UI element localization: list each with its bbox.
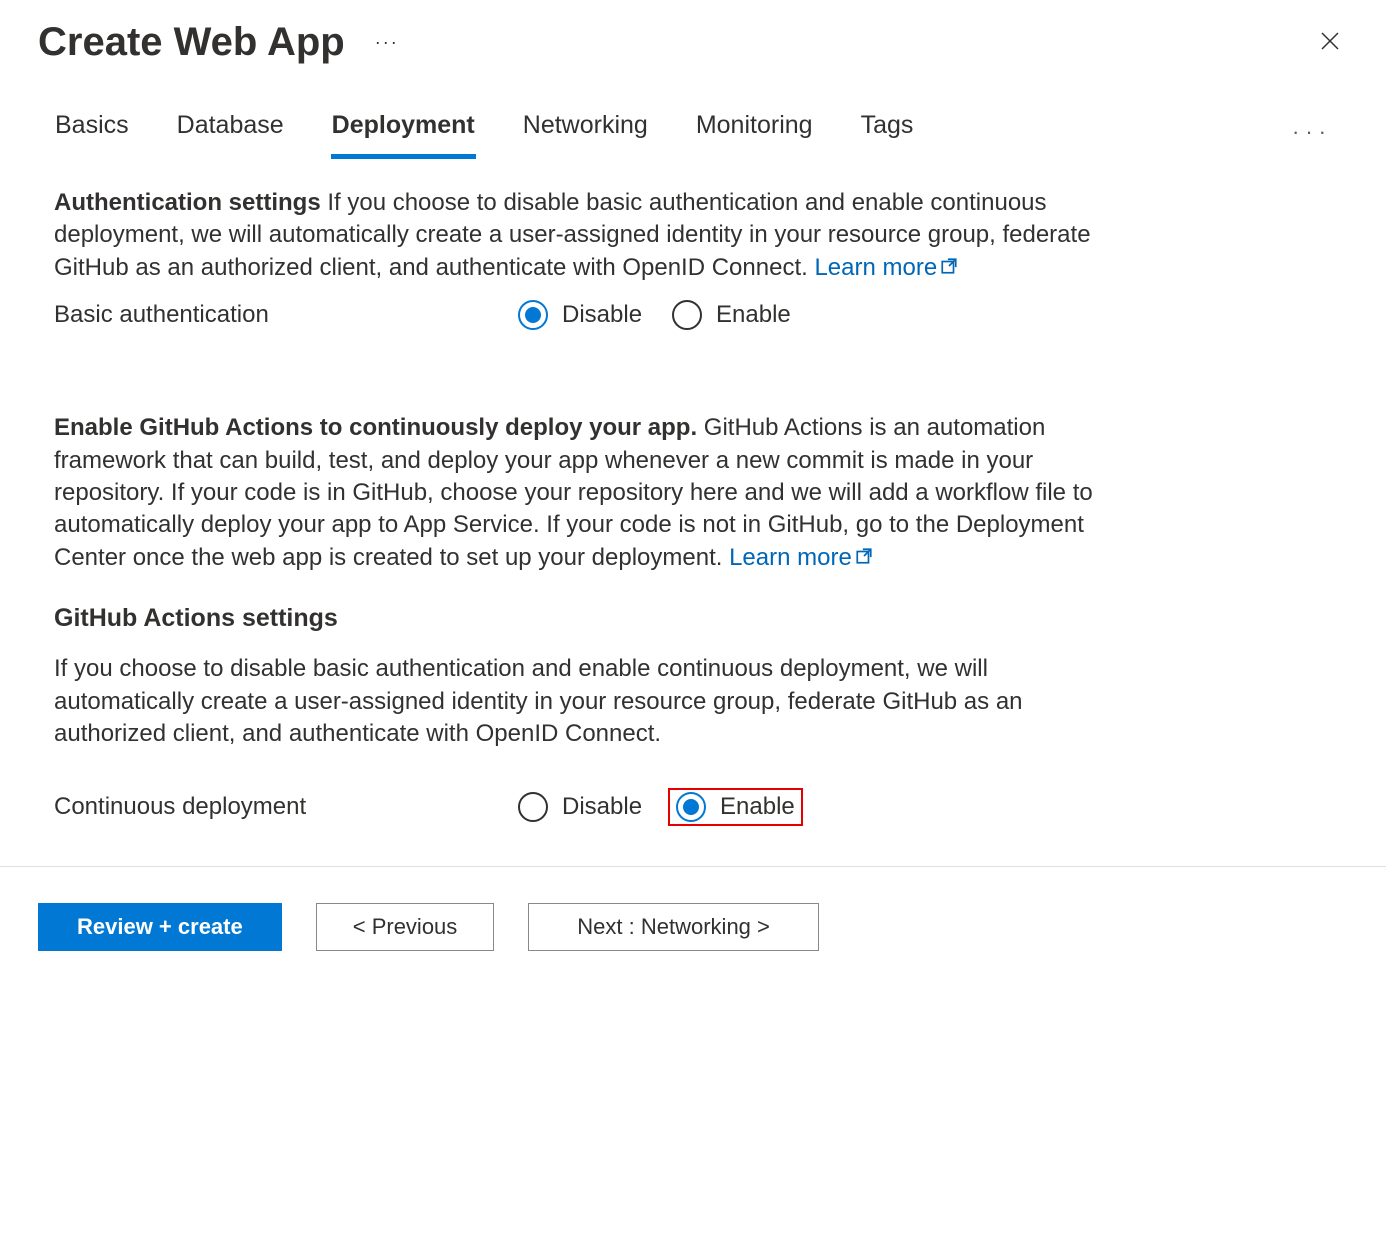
external-link-icon bbox=[940, 252, 958, 284]
basic-auth-row: Basic authentication Disable Enable bbox=[54, 298, 1096, 332]
auth-heading: Authentication settings bbox=[54, 189, 321, 216]
content: Authentication settings If you choose to… bbox=[0, 159, 1150, 866]
header-more-icon[interactable]: ··· bbox=[375, 32, 399, 53]
header-left: Create Web App ··· bbox=[38, 20, 399, 65]
tab-deployment[interactable]: Deployment bbox=[331, 105, 476, 159]
basic-auth-label: Basic authentication bbox=[54, 301, 514, 329]
continuous-deployment-label: Continuous deployment bbox=[54, 793, 514, 821]
footer: Review + create < Previous Next : Networ… bbox=[0, 866, 1386, 987]
external-link-icon bbox=[855, 542, 873, 574]
continuous-deployment-radio-group: Disable Enable bbox=[514, 788, 803, 826]
close-button[interactable] bbox=[1312, 23, 1348, 63]
tabs: Basics Database Deployment Networking Mo… bbox=[54, 105, 914, 159]
close-icon bbox=[1318, 29, 1342, 53]
github-settings-title: GitHub Actions settings bbox=[54, 604, 1096, 633]
tab-monitoring[interactable]: Monitoring bbox=[695, 105, 814, 159]
page-title: Create Web App bbox=[38, 20, 345, 65]
auth-learn-more-link[interactable]: Learn more bbox=[814, 254, 958, 281]
highlight-box: Enable bbox=[668, 788, 803, 826]
radio-label: Disable bbox=[562, 793, 642, 821]
github-learn-more-link[interactable]: Learn more bbox=[729, 544, 873, 571]
radio-label: Enable bbox=[720, 793, 795, 821]
basic-auth-disable-radio[interactable]: Disable bbox=[514, 298, 646, 332]
previous-button[interactable]: < Previous bbox=[316, 903, 495, 951]
tabs-overflow-icon[interactable]: ··· bbox=[1292, 119, 1332, 145]
continuous-deployment-row: Continuous deployment Disable Enable bbox=[54, 788, 1096, 826]
basic-auth-radio-group: Disable Enable bbox=[514, 298, 795, 332]
tab-basics[interactable]: Basics bbox=[54, 105, 130, 159]
tab-database[interactable]: Database bbox=[176, 105, 285, 159]
github-settings-description: If you choose to disable basic authentic… bbox=[54, 653, 1096, 750]
github-heading: Enable GitHub Actions to continuously de… bbox=[54, 414, 697, 441]
radio-icon bbox=[518, 300, 548, 330]
radio-icon bbox=[518, 792, 548, 822]
continuous-deployment-disable-radio[interactable]: Disable bbox=[514, 790, 646, 824]
review-create-button[interactable]: Review + create bbox=[38, 903, 282, 951]
next-button[interactable]: Next : Networking > bbox=[528, 903, 819, 951]
tabs-bar: Basics Database Deployment Networking Mo… bbox=[0, 65, 1386, 159]
header: Create Web App ··· bbox=[0, 0, 1386, 65]
tab-networking[interactable]: Networking bbox=[522, 105, 649, 159]
tab-tags[interactable]: Tags bbox=[860, 105, 915, 159]
basic-auth-enable-radio[interactable]: Enable bbox=[668, 298, 795, 332]
continuous-deployment-enable-radio[interactable]: Enable bbox=[676, 792, 795, 822]
radio-icon bbox=[672, 300, 702, 330]
radio-label: Enable bbox=[716, 301, 791, 329]
github-description: Enable GitHub Actions to continuously de… bbox=[54, 412, 1096, 574]
auth-description: Authentication settings If you choose to… bbox=[54, 187, 1096, 284]
radio-icon bbox=[676, 792, 706, 822]
radio-label: Disable bbox=[562, 301, 642, 329]
